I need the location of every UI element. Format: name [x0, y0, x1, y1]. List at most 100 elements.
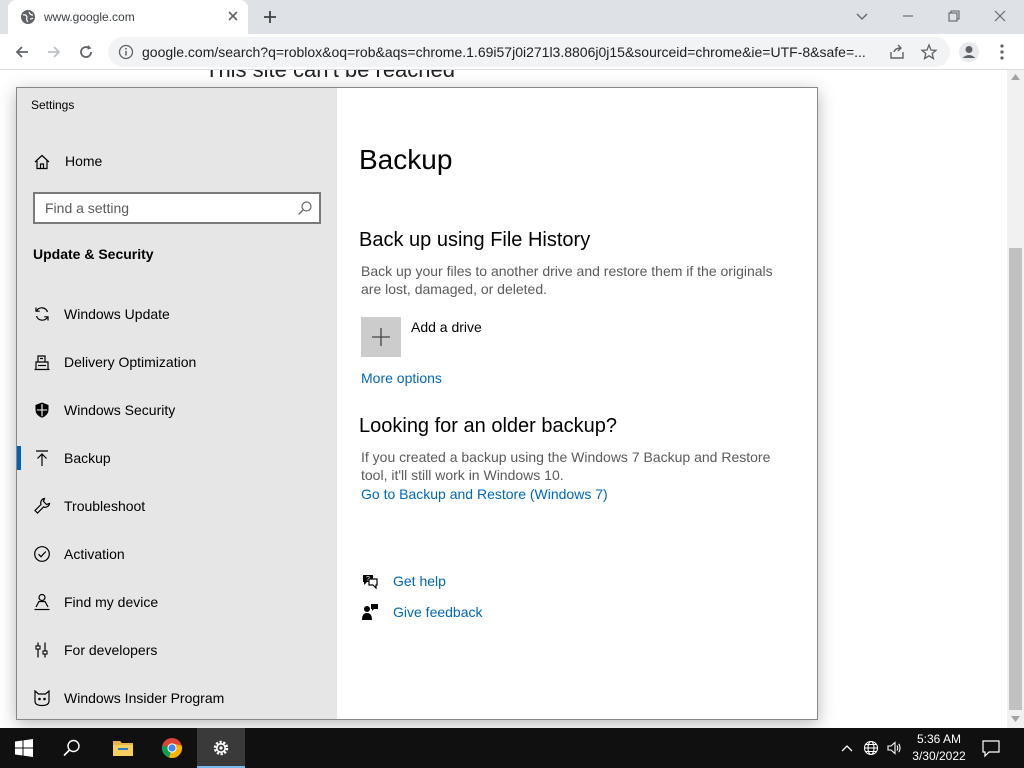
- nav-label: For developers: [64, 642, 158, 658]
- insider-cat-icon: [34, 689, 50, 707]
- back-arrow-icon[interactable]: [12, 42, 32, 62]
- scroll-up-arrow-icon[interactable]: [1011, 74, 1020, 80]
- windows-taskbar: 5:36 AM 3/30/2022: [0, 728, 1024, 768]
- taskbar-clock[interactable]: 5:36 AM 3/30/2022: [905, 731, 973, 765]
- sidebar-item-windows-update[interactable]: Windows Update: [17, 290, 337, 338]
- give-feedback-row[interactable]: Give feedback: [361, 601, 561, 623]
- show-hidden-icons-chevron-icon[interactable]: [839, 740, 855, 756]
- add-drive-button[interactable]: [361, 317, 401, 357]
- give-feedback-icon: [362, 604, 378, 620]
- backup-arrow-icon: [36, 450, 48, 466]
- search-icon: [63, 739, 80, 757]
- clock-date: 3/30/2022: [912, 749, 966, 763]
- file-history-heading: Back up using File History: [359, 229, 591, 251]
- page-heading: This site can't be reached: [205, 70, 455, 83]
- sidebar-item-windows-insider-program[interactable]: Windows Insider Program: [17, 674, 337, 722]
- address-bar[interactable]: google.com/search?q=roblox&oq=rob&aqs=ch…: [108, 37, 950, 67]
- settings-gear-icon: [213, 740, 229, 756]
- tab-close-icon[interactable]: [224, 7, 242, 25]
- tab-search-chevron-icon[interactable]: [852, 6, 872, 26]
- file-history-description: Back up your files to another drive and …: [361, 263, 773, 297]
- nav-label: Windows Update: [64, 306, 170, 322]
- get-help-icon: ?: [363, 575, 378, 590]
- browser-close-icon[interactable]: [990, 6, 1010, 26]
- address-url[interactable]: google.com/search?q=roblox&oq=rob&aqs=ch…: [142, 44, 882, 60]
- sidebar-item-for-developers[interactable]: For developers: [17, 626, 337, 674]
- person-locate-icon: [34, 593, 50, 611]
- scroll-thumb[interactable]: [1009, 248, 1022, 710]
- sidebar-item-backup[interactable]: Backup: [17, 434, 337, 482]
- backup-restore-link[interactable]: Go to Backup and Restore (Windows 7): [361, 486, 608, 502]
- page-title: Backup: [359, 144, 453, 175]
- file-explorer-icon: [113, 741, 133, 756]
- reload-icon[interactable]: [76, 42, 96, 62]
- plus-icon: [372, 328, 390, 346]
- older-backup-heading: Looking for an older backup?: [359, 415, 617, 437]
- nav-label: Troubleshoot: [64, 498, 146, 514]
- site-info-icon[interactable]: [118, 44, 134, 60]
- windows-start-icon: [15, 739, 33, 757]
- search-icon[interactable]: [297, 200, 313, 216]
- share-icon[interactable]: [888, 43, 906, 61]
- home-icon: [34, 154, 50, 170]
- delivery-optimization-icon: [34, 355, 50, 371]
- older-backup-description: If you created a backup using the Window…: [361, 449, 771, 483]
- chrome-icon: [161, 738, 183, 758]
- check-circle-icon: [34, 546, 50, 562]
- settings-window: Settings Home Update & Security: [16, 87, 818, 720]
- nav-label: Windows Insider Program: [64, 690, 225, 706]
- new-tab-plus-icon[interactable]: [260, 7, 280, 27]
- browser-tab[interactable]: www.google.com: [8, 0, 248, 34]
- forward-arrow-icon[interactable]: [44, 42, 64, 62]
- page-scrollbar[interactable]: [1007, 70, 1024, 728]
- settings-search[interactable]: [33, 192, 321, 224]
- profile-avatar-icon[interactable]: [958, 41, 980, 63]
- volume-speaker-icon[interactable]: [886, 740, 902, 756]
- settings-nav-list: Windows Update Delivery Optimization Win…: [17, 290, 337, 722]
- tab-title: www.google.com: [44, 10, 135, 24]
- nav-label: Backup: [64, 450, 111, 466]
- sidebar-item-delivery-optimization[interactable]: Delivery Optimization: [17, 338, 337, 386]
- scroll-down-arrow-icon[interactable]: [1011, 716, 1020, 722]
- taskbar-chrome[interactable]: [148, 728, 196, 768]
- nav-label: Activation: [64, 546, 125, 562]
- network-globe-icon[interactable]: [863, 740, 879, 756]
- get-help-row[interactable]: ? Get help: [361, 570, 561, 592]
- sync-icon: [35, 307, 49, 321]
- settings-main-pane: Backup Back up using File History Back u…: [337, 88, 817, 719]
- settings-search-input[interactable]: [35, 194, 285, 222]
- developer-sliders-icon: [35, 642, 48, 658]
- more-options-link[interactable]: More options: [361, 370, 442, 386]
- chrome-menu-icon[interactable]: [994, 42, 1010, 62]
- browser-toolbar: google.com/search?q=roblox&oq=rob&aqs=ch…: [0, 34, 1024, 70]
- action-center-icon[interactable]: [980, 738, 1002, 758]
- start-button[interactable]: [0, 728, 48, 768]
- nav-label: Find my device: [64, 594, 159, 610]
- nav-label: Delivery Optimization: [64, 354, 197, 370]
- browser-tab-strip: www.google.com: [0, 0, 1024, 34]
- get-help-link[interactable]: Get help: [393, 573, 446, 589]
- bookmark-star-icon[interactable]: [920, 43, 938, 61]
- section-title: Update & Security: [33, 246, 154, 262]
- nav-label: Windows Security: [64, 402, 176, 418]
- browser-minimize-icon[interactable]: [898, 6, 918, 26]
- sidebar-item-troubleshoot[interactable]: Troubleshoot: [17, 482, 337, 530]
- browser-restore-icon[interactable]: [944, 6, 964, 26]
- taskbar-settings[interactable]: [197, 728, 245, 768]
- add-drive-label[interactable]: Add a drive: [411, 319, 482, 335]
- taskbar-file-explorer[interactable]: [98, 728, 146, 768]
- globe-icon: [21, 10, 35, 24]
- svg-text:?: ?: [366, 576, 370, 583]
- sidebar-item-activation[interactable]: Activation: [17, 530, 337, 578]
- give-feedback-link[interactable]: Give feedback: [393, 604, 483, 620]
- home-label: Home: [65, 153, 103, 169]
- window-title: Settings: [31, 98, 75, 112]
- sidebar-item-find-my-device[interactable]: Find my device: [17, 578, 337, 626]
- wrench-icon: [34, 497, 51, 514]
- shield-icon: [35, 402, 49, 418]
- settings-sidebar: Settings Home Update & Security: [17, 88, 337, 719]
- clock-time: 5:36 AM: [916, 732, 962, 746]
- home-nav-item[interactable]: Home: [17, 144, 337, 180]
- sidebar-item-windows-security[interactable]: Windows Security: [17, 386, 337, 434]
- taskbar-search-button[interactable]: [48, 728, 96, 768]
